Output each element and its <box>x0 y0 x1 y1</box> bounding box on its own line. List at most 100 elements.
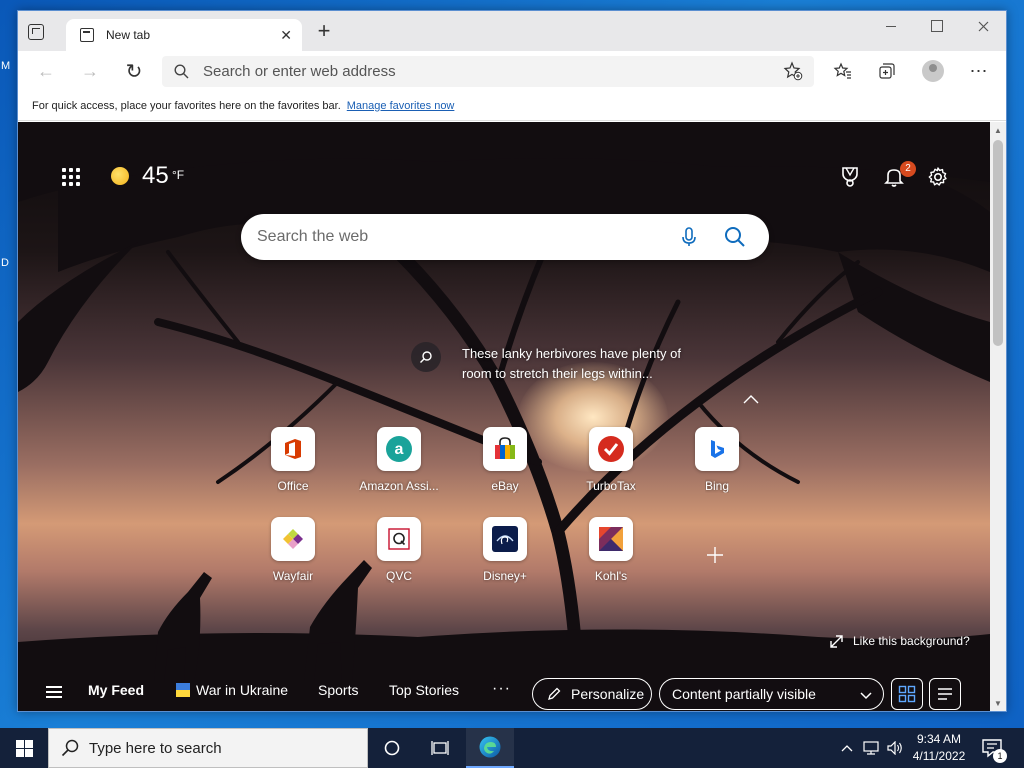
feed-tab-sports[interactable]: Sports <box>318 682 358 698</box>
system-clock[interactable]: 9:34 AM 4/11/2022 <box>908 731 970 765</box>
favorites-icon[interactable] <box>832 60 854 82</box>
amazon-assistant-icon: a <box>386 436 412 462</box>
windows-logo-icon <box>15 739 33 757</box>
menu-hamburger-icon[interactable] <box>46 686 62 698</box>
microphone-icon[interactable] <box>679 226 699 248</box>
quick-link-office[interactable]: Office <box>245 427 341 507</box>
edge-taskbar-button[interactable] <box>466 728 514 768</box>
workspaces-icon[interactable] <box>28 24 44 40</box>
notification-count-badge: 2 <box>900 161 916 177</box>
quick-link-tile <box>589 517 633 561</box>
gear-icon[interactable] <box>927 166 949 188</box>
quick-link-disney-plus[interactable]: Disney+ <box>457 517 553 597</box>
close-window-button[interactable] <box>960 11 1006 41</box>
start-button[interactable] <box>0 728 48 768</box>
image-info-button[interactable] <box>411 342 441 372</box>
quick-link-bing[interactable]: Bing <box>669 427 765 507</box>
search-icon <box>174 64 189 79</box>
image-info-caption[interactable]: These lanky herbivores have plenty of ro… <box>462 344 712 384</box>
feed-tab-label: War in Ukraine <box>196 682 289 698</box>
network-button[interactable] <box>861 728 881 768</box>
quick-link-amazon-assistant[interactable]: a Amazon Assi... <box>351 427 447 507</box>
taskbar-search-box[interactable]: Type here to search <box>48 728 368 768</box>
feed-tab-top-stories[interactable]: Top Stories <box>389 682 459 698</box>
quick-link-label: eBay <box>491 479 519 493</box>
close-icon <box>978 21 988 31</box>
web-search-box[interactable]: Search the web <box>241 214 769 260</box>
disney-plus-icon <box>492 526 518 552</box>
quick-link-tile <box>483 427 527 471</box>
apps-launcher-icon[interactable] <box>62 168 80 186</box>
chevron-up-icon[interactable] <box>743 394 759 404</box>
quick-link-turbotax[interactable]: TurboTax <box>563 427 659 507</box>
list-layout-icon <box>938 688 952 700</box>
taskbar-search-placeholder[interactable]: Type here to search <box>89 740 222 757</box>
quick-link-ebay[interactable]: eBay <box>457 427 553 507</box>
edge-icon <box>479 736 501 758</box>
content-visibility-dropdown[interactable]: Content partially visible <box>659 678 884 710</box>
profile-avatar[interactable] <box>922 60 944 82</box>
tab-title: New tab <box>106 28 151 42</box>
personalize-button[interactable]: Personalize <box>532 678 652 710</box>
quick-link-label: QVC <box>385 569 412 583</box>
quick-link-wayfair[interactable]: Wayfair <box>245 517 341 597</box>
like-background-link[interactable]: Like this background? <box>830 634 970 648</box>
desktop-icon-label-m[interactable]: M <box>1 60 10 72</box>
weather-temperature[interactable]: 45 <box>142 162 169 190</box>
sun-icon[interactable] <box>111 167 129 185</box>
quick-link-label: Office <box>277 479 309 493</box>
magnifier-icon <box>420 351 432 363</box>
svg-text:a: a <box>395 441 404 458</box>
feed-tab-war-in-ukraine[interactable]: War in Ukraine <box>176 682 288 698</box>
maximize-button[interactable] <box>914 11 960 41</box>
scrollbar-thumb[interactable] <box>993 140 1003 346</box>
add-quick-link-icon[interactable] <box>704 544 726 566</box>
chevron-down-icon <box>860 692 872 700</box>
back-button[interactable]: ← <box>32 59 60 83</box>
forward-button[interactable]: → <box>76 59 104 83</box>
taskbar: Type here to search 9:34 AM 4/11/2022 1 <box>0 728 1024 768</box>
quick-link-qvc[interactable]: QVC <box>351 517 447 597</box>
page-scrollbar[interactable]: ▲ ▼ <box>990 122 1006 711</box>
grid-layout-icon <box>898 685 916 703</box>
clock-time: 9:34 AM <box>916 732 962 746</box>
browser-window: New tab ✕ + ← → ↻ Search or enter web ad… <box>17 10 1007 712</box>
action-center-badge: 1 <box>993 749 1007 763</box>
refresh-button[interactable]: ↻ <box>120 59 148 83</box>
address-input[interactable]: Search or enter web address <box>203 63 802 80</box>
weather-unit: °F <box>172 168 185 182</box>
minimize-button[interactable] <box>868 11 914 41</box>
office-icon <box>285 439 301 459</box>
new-tab-button[interactable]: + <box>314 20 334 42</box>
clock-date: 4/11/2022 <box>912 749 966 763</box>
tab-close-icon[interactable]: ✕ <box>280 27 292 44</box>
quick-link-tile <box>589 427 633 471</box>
like-background-text: Like this background? <box>853 634 970 648</box>
desktop-icon-label-d[interactable]: D <box>1 257 9 269</box>
scroll-down-arrow[interactable]: ▼ <box>990 697 1006 711</box>
tab-new-tab[interactable]: New tab ✕ <box>66 19 302 51</box>
show-hidden-icons-button[interactable] <box>838 728 856 768</box>
feed-tab-my-feed[interactable]: My Feed <box>88 682 144 698</box>
volume-button[interactable] <box>885 728 905 768</box>
search-icon[interactable] <box>723 225 747 249</box>
add-favorite-icon[interactable] <box>782 60 804 82</box>
feed-more-button[interactable]: ··· <box>492 680 511 698</box>
scroll-up-arrow[interactable]: ▲ <box>990 124 1006 138</box>
task-view-button[interactable] <box>416 728 464 768</box>
grid-layout-button[interactable] <box>891 678 923 710</box>
rewards-icon[interactable] <box>840 166 860 188</box>
quick-link-kohls[interactable]: Kohl's <box>563 517 659 597</box>
list-layout-button[interactable] <box>929 678 961 710</box>
collections-icon[interactable] <box>876 60 898 82</box>
task-view-icon <box>431 741 449 755</box>
feed-navigation-bar: My Feed War in Ukraine Sports Top Storie… <box>18 666 990 711</box>
favorites-bar: For quick access, place your favorites h… <box>18 91 1006 121</box>
address-bar[interactable]: Search or enter web address <box>162 56 814 87</box>
manage-favorites-link[interactable]: Manage favorites now <box>347 100 455 112</box>
settings-more-button[interactable]: ⋯ <box>968 60 990 82</box>
cortana-button[interactable] <box>368 728 416 768</box>
cortana-icon <box>384 740 400 756</box>
quick-link-label: Disney+ <box>483 569 527 583</box>
new-tab-page: 45 °F 2 Search the web These lanky herbi… <box>18 122 990 711</box>
